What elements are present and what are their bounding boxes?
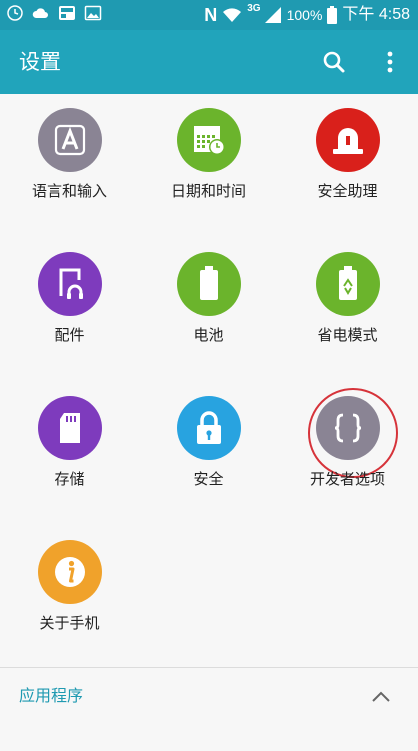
tile-security[interactable]: 安全 bbox=[139, 382, 278, 526]
news-icon bbox=[59, 6, 75, 20]
section-label: 应用程序 bbox=[19, 686, 84, 705]
tile-label: 存储 bbox=[54, 470, 85, 488]
tile-battery[interactable]: 电池 bbox=[139, 238, 278, 382]
wifi-icon bbox=[223, 8, 242, 22]
network-type: 3G bbox=[247, 3, 261, 14]
section-applications[interactable]: 应用程序 bbox=[0, 668, 418, 726]
more-vert-icon bbox=[387, 51, 393, 73]
page-title: 设置 bbox=[19, 50, 61, 74]
battery-icon bbox=[177, 252, 241, 316]
settings-grid: 语言和输入 日期和时间 安全助理 配件 电池 省电模式 存储 安全 开发者选项 … bbox=[0, 94, 418, 666]
alarm-icon bbox=[7, 5, 23, 21]
toolbar: 设置 bbox=[0, 30, 418, 94]
sd-card-icon bbox=[38, 396, 102, 460]
language-icon bbox=[38, 108, 102, 172]
tile-label: 电池 bbox=[193, 326, 224, 344]
tile-label: 语言和输入 bbox=[31, 182, 107, 200]
accessory-icon bbox=[38, 252, 102, 316]
tile-accessories[interactable]: 配件 bbox=[0, 238, 139, 382]
search-icon bbox=[323, 51, 345, 73]
tile-label: 安全助理 bbox=[317, 182, 378, 200]
search-button[interactable] bbox=[316, 44, 352, 80]
clock: 下午 4:58 bbox=[342, 6, 410, 23]
developer-braces-icon bbox=[308, 388, 398, 478]
tile-label: 日期和时间 bbox=[170, 182, 246, 200]
signal-icon bbox=[264, 7, 281, 23]
tile-language-input[interactable]: 语言和输入 bbox=[0, 94, 139, 238]
cloud-icon bbox=[32, 8, 48, 18]
more-options-button[interactable] bbox=[372, 44, 408, 80]
chevron-up-icon[interactable] bbox=[370, 686, 392, 708]
battery-percent: 100% bbox=[286, 7, 323, 23]
power-saving-icon bbox=[316, 252, 380, 316]
calendar-clock-icon bbox=[177, 108, 241, 172]
alarm-light-icon bbox=[316, 108, 380, 172]
gallery-icon bbox=[84, 5, 102, 21]
tile-label: 开发者选项 bbox=[309, 470, 385, 488]
info-icon bbox=[38, 540, 102, 604]
lock-icon bbox=[177, 396, 241, 460]
tile-label: 省电模式 bbox=[317, 326, 378, 344]
tile-date-time[interactable]: 日期和时间 bbox=[139, 94, 278, 238]
tile-label: 关于手机 bbox=[39, 614, 100, 632]
highlight-circle bbox=[308, 388, 398, 478]
nfc-icon: N bbox=[204, 5, 218, 25]
tile-developer-options[interactable]: 开发者选项 bbox=[278, 382, 417, 526]
status-bar: N 3G 100% 下午 4:58 bbox=[0, 0, 418, 30]
tile-safety-assistance[interactable]: 安全助理 bbox=[278, 94, 417, 238]
tile-about-phone[interactable]: 关于手机 bbox=[0, 526, 139, 670]
tile-label: 配件 bbox=[54, 326, 85, 344]
tile-label: 安全 bbox=[193, 470, 224, 488]
tile-power-saving[interactable]: 省电模式 bbox=[278, 238, 417, 382]
tile-storage[interactable]: 存储 bbox=[0, 382, 139, 526]
battery-icon bbox=[327, 6, 338, 24]
